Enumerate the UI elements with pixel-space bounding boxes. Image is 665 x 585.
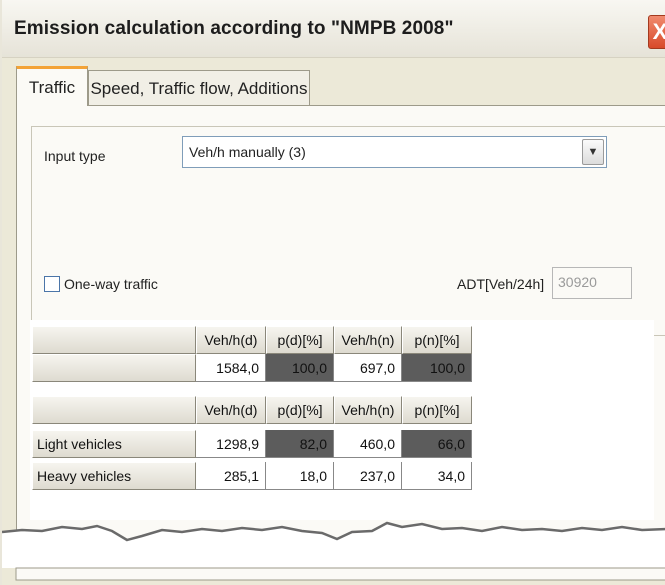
- vehicle-header-veh-day: Veh/h(d): [196, 396, 266, 424]
- total-p-day-cell: 100,0: [266, 354, 334, 382]
- total-veh-night-cell[interactable]: 697,0: [334, 354, 402, 382]
- light-veh-day-cell: 1298,9: [196, 430, 266, 458]
- light-p-day-cell: 82,0: [266, 430, 334, 458]
- heavy-p-day-cell[interactable]: 18,0: [266, 462, 334, 490]
- emission-dialog: Emission calculation according to "NMPB …: [0, 0, 665, 585]
- heavy-veh-night-cell: 237,0: [334, 462, 402, 490]
- total-p-night-cell: 100,0: [402, 354, 472, 382]
- close-icon: X: [652, 19, 665, 44]
- total-veh-day-cell[interactable]: 1584,0: [196, 354, 266, 382]
- total-row-header: [32, 354, 196, 382]
- one-way-traffic-checkbox[interactable]: [44, 276, 60, 292]
- tab-traffic[interactable]: Traffic: [16, 66, 88, 106]
- input-type-value: Veh/h manually (3): [189, 144, 306, 160]
- vehicle-header-p-day: p(d)[%]: [266, 396, 334, 424]
- vehicle-header-p-night: p(n)[%]: [402, 396, 472, 424]
- row-header-light-vehicles: Light vehicles: [32, 430, 196, 458]
- heavy-p-night-cell[interactable]: 34,0: [402, 462, 472, 490]
- light-veh-night-cell: 460,0: [334, 430, 402, 458]
- row-header-heavy-vehicles: Heavy vehicles: [32, 462, 196, 490]
- input-type-label: Input type: [44, 148, 106, 164]
- total-table-corner-header: [32, 326, 196, 354]
- heavy-veh-day-cell: 285,1: [196, 462, 266, 490]
- light-p-night-cell: 66,0: [402, 430, 472, 458]
- close-button[interactable]: X: [648, 15, 665, 49]
- vehicle-table-corner-header: [32, 396, 196, 424]
- window-title: Emission calculation according to "NMPB …: [14, 18, 454, 39]
- total-header-veh-night: Veh/h(n): [334, 326, 402, 354]
- tab-speed-traffic-flow-additions[interactable]: Speed, Traffic flow, Additions: [88, 70, 310, 106]
- total-header-veh-day: Veh/h(d): [196, 326, 266, 354]
- adt-label: ADT[Veh/24h]: [457, 276, 545, 292]
- total-header-p-day: p(d)[%]: [266, 326, 334, 354]
- torn-edge-graphic: [2, 521, 665, 585]
- vehicle-header-veh-night: Veh/h(n): [334, 396, 402, 424]
- title-bar[interactable]: Emission calculation according to "NMPB …: [2, 0, 665, 58]
- chevron-down-icon[interactable]: ▼: [582, 139, 604, 165]
- adt-field: 30920: [552, 267, 632, 299]
- total-header-p-night: p(n)[%]: [402, 326, 472, 354]
- one-way-traffic-label: One-way traffic: [64, 276, 158, 292]
- input-type-select[interactable]: Veh/h manually (3) ▼: [182, 136, 607, 168]
